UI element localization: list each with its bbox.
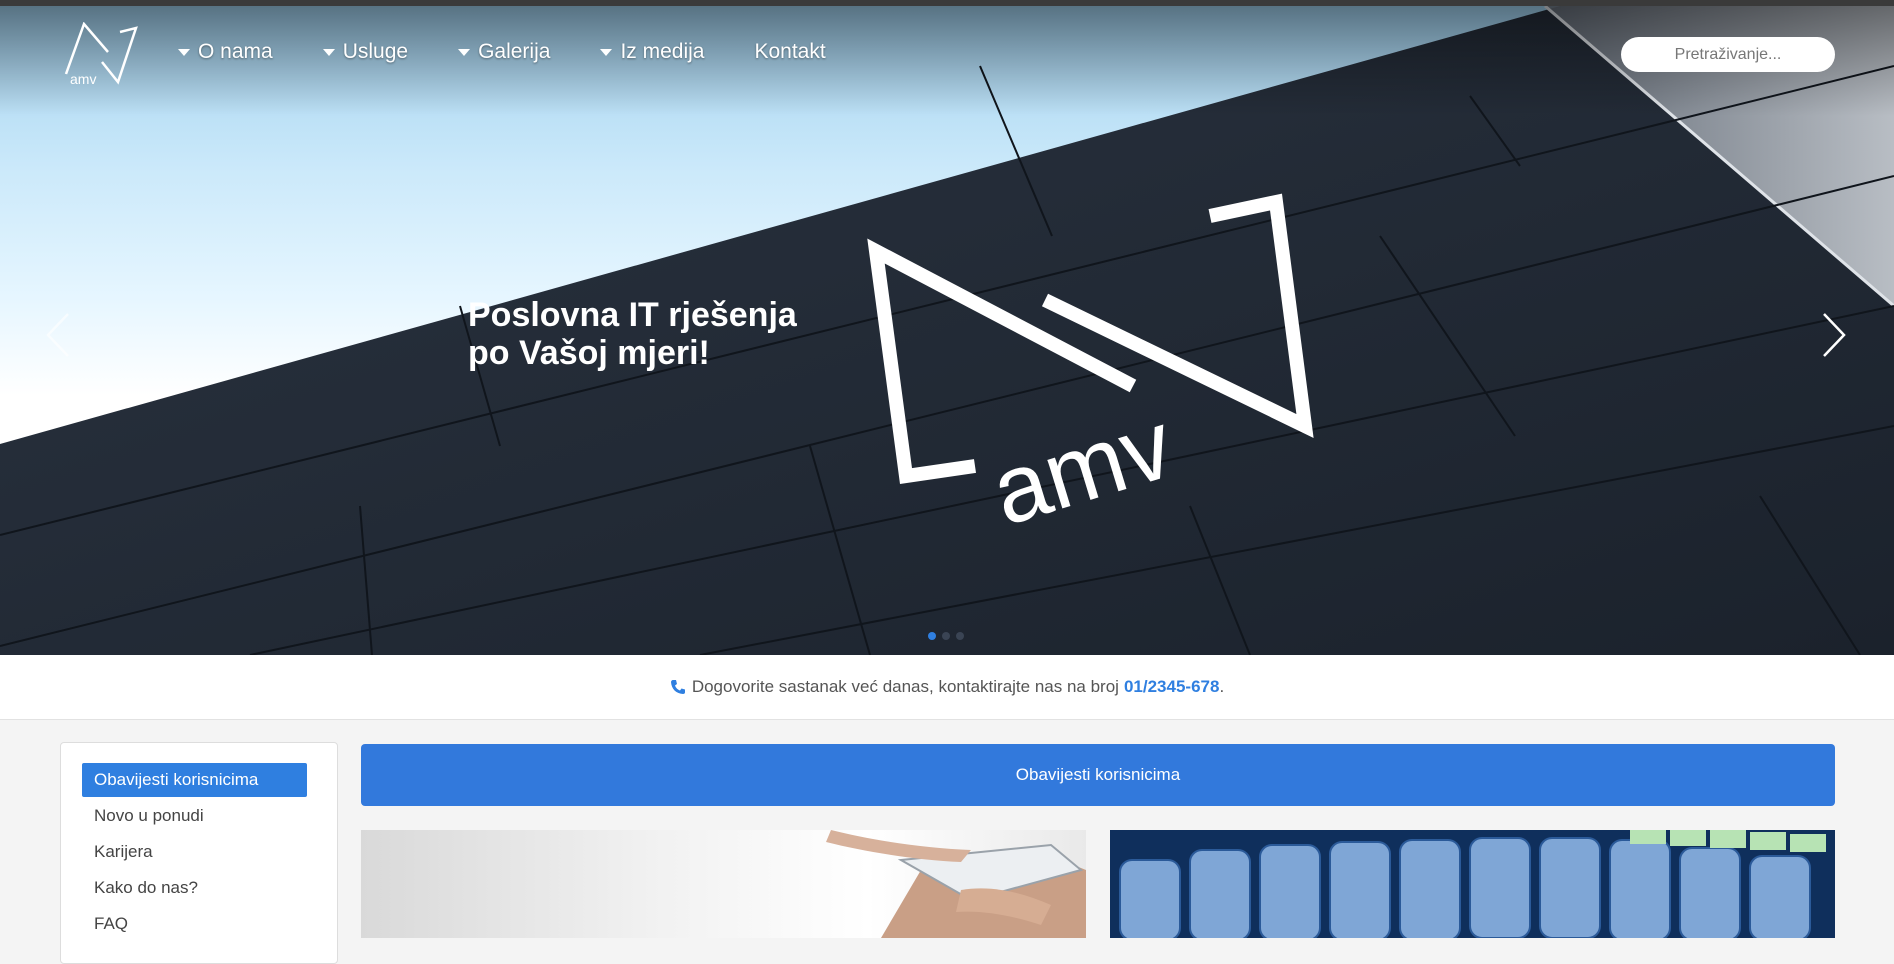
- nav-item-kontakt[interactable]: Kontakt: [754, 40, 825, 64]
- sidebar-item-karijera[interactable]: Karijera: [82, 835, 307, 869]
- nav-label: Usluge: [342, 40, 409, 63]
- hero-headline-line1: Poslovna IT rješenja: [468, 296, 797, 334]
- carousel-dot[interactable]: [956, 632, 964, 640]
- main-nav: O nama Usluge Galerija Iz medija Kontakt: [178, 40, 876, 64]
- hero-carousel: amv amv O nama Usluge Galerija Iz medija…: [0, 6, 1894, 655]
- contact-phone-link[interactable]: 01/2345-678: [1124, 677, 1219, 697]
- caret-down-icon: [178, 48, 190, 56]
- carousel-indicators: [928, 632, 964, 640]
- caret-down-icon: [458, 48, 471, 56]
- contact-suffix: .: [1219, 677, 1225, 696]
- caret-down-icon: [322, 48, 335, 56]
- nav-item-usluge[interactable]: Usluge: [322, 40, 409, 64]
- contact-text: Dogovorite sastanak već danas, kontaktir…: [691, 677, 1119, 696]
- amv-logo[interactable]: amv: [58, 21, 142, 91]
- hero-headline-line2: po Vašoj mjeri!: [468, 334, 710, 372]
- search-input[interactable]: [1621, 37, 1835, 72]
- sidebar-item-faq[interactable]: FAQ: [82, 907, 307, 941]
- caret-down-icon: [600, 48, 613, 56]
- sidebar: Obavijesti korisnicima Novo u ponudi Kar…: [60, 742, 338, 964]
- sidebar-item-kako-do-nas[interactable]: Kako do nas?: [82, 871, 307, 905]
- nav-item-iz-medija[interactable]: Iz medija: [600, 40, 704, 64]
- browser-top-edge: [0, 0, 1894, 6]
- phone-icon: [670, 679, 686, 695]
- sidebar-item-obavijesti[interactable]: Obavijesti korisnicima: [82, 763, 307, 797]
- carousel-dot[interactable]: [928, 632, 936, 640]
- card-image-smartphone[interactable]: [361, 830, 1086, 938]
- carousel-next-arrow-icon[interactable]: [1818, 312, 1848, 363]
- contact-strip: Dogovorite sastanak već danas, kontaktir…: [0, 655, 1894, 720]
- nav-label: Kontakt: [754, 40, 826, 63]
- sidebar-item-novo-u-ponudi[interactable]: Novo u ponudi: [82, 799, 307, 833]
- card-image-network-cables[interactable]: [1110, 830, 1835, 938]
- nav-label: Iz medija: [620, 40, 705, 63]
- carousel-prev-arrow-icon[interactable]: [44, 312, 74, 363]
- nav-item-galerija[interactable]: Galerija: [458, 40, 550, 64]
- nav-label: Galerija: [478, 40, 551, 63]
- nav-label: O nama: [198, 40, 273, 63]
- logo-text: amv: [70, 71, 96, 86]
- section-banner[interactable]: Obavijesti korisnicima: [361, 744, 1835, 806]
- carousel-dot[interactable]: [942, 632, 950, 640]
- nav-item-o-nama[interactable]: O nama: [178, 40, 273, 64]
- hero-headline: Poslovna IT rješenja po Vašoj mjeri!: [468, 296, 797, 372]
